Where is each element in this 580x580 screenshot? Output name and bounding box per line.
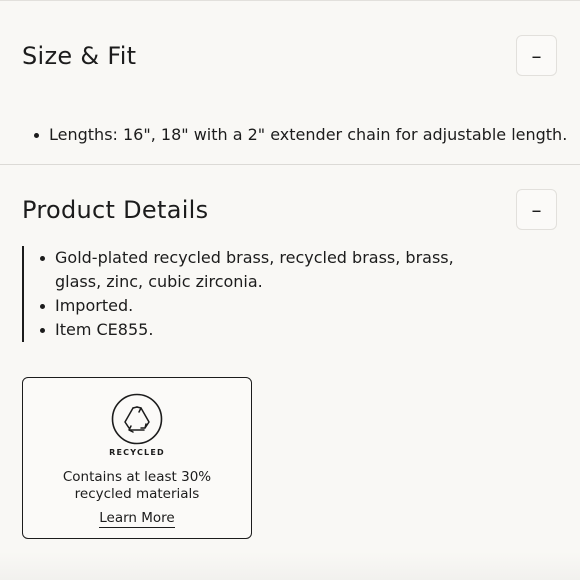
size-fit-list: Lengths: 16", 18" with a 2" extender cha… xyxy=(32,123,572,147)
size-fit-title: Size & Fit xyxy=(22,42,137,70)
section-divider xyxy=(0,164,580,165)
list-item: Item CE855. xyxy=(38,318,492,342)
list-item: Gold-plated recycled brass, recycled bra… xyxy=(38,246,492,294)
learn-more-link[interactable]: Learn More xyxy=(99,510,175,528)
bottom-fade xyxy=(0,552,580,580)
recycled-badge: RECYCLED xyxy=(109,448,165,457)
recycled-card: RECYCLED Contains at least 30% recycled … xyxy=(22,377,252,539)
product-details-list: Gold-plated recycled brass, recycled bra… xyxy=(38,246,492,342)
size-fit-collapse-button[interactable]: – xyxy=(516,35,557,76)
product-details-collapse-button[interactable]: – xyxy=(516,189,557,230)
minus-icon: – xyxy=(531,197,542,222)
product-details-content: Gold-plated recycled brass, recycled bra… xyxy=(22,246,492,342)
product-details-title: Product Details xyxy=(22,196,209,224)
recycled-description: Contains at least 30% recycled materials xyxy=(62,469,212,502)
recycle-icon xyxy=(111,393,163,445)
list-item: Lengths: 16", 18" with a 2" extender cha… xyxy=(32,123,572,147)
list-item: Imported. xyxy=(38,294,492,318)
learn-more-link-wrap: Learn More xyxy=(23,510,251,528)
minus-icon: – xyxy=(531,43,542,68)
top-divider xyxy=(0,0,580,1)
